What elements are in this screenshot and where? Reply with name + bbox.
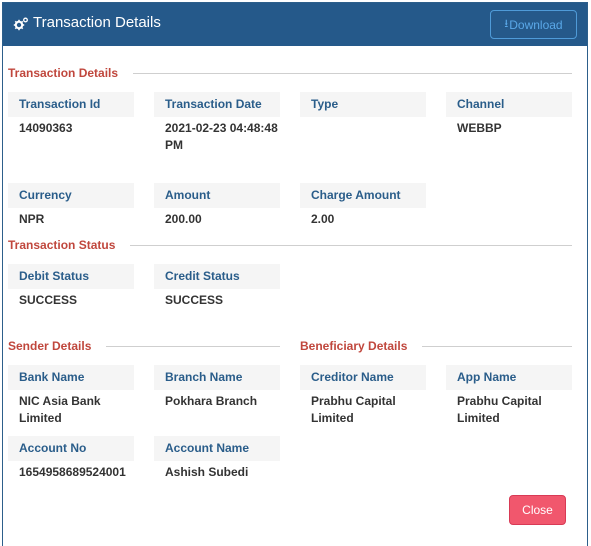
channel-label: Channel	[446, 92, 572, 117]
bank-name-value: NIC Asia Bank Limited	[19, 394, 101, 425]
currency-label: Currency	[8, 183, 134, 208]
transaction-date-value: 2021-02-23 04:48:48 PM	[165, 121, 278, 152]
section-divider	[422, 346, 572, 347]
currency-value: NPR	[19, 212, 45, 226]
transaction-date-label: Transaction Date	[154, 92, 280, 117]
charge-amount-value: 2.00	[311, 212, 335, 226]
credit-status-value: SUCCESS	[165, 293, 224, 307]
creditor-name-value: Prabhu Capital Limited	[311, 394, 396, 425]
credit-status-label: Credit Status	[154, 264, 280, 289]
branch-name-label: Branch Name	[154, 365, 280, 390]
modal-header: Transaction Details ⭳ Download	[3, 3, 587, 46]
transaction-id-value: 14090363	[19, 121, 73, 135]
bank-name-label: Bank Name	[8, 365, 134, 390]
modal-title: Transaction Details	[33, 13, 161, 31]
download-label: Download	[509, 17, 563, 32]
download-icon: ⭳	[504, 18, 509, 30]
transaction-details-modal: Transaction Details ⭳ Download Transacti…	[2, 2, 588, 546]
close-button[interactable]: Close	[509, 495, 566, 525]
creditor-name-label: Creditor Name	[300, 365, 426, 390]
account-name-label: Account Name	[154, 436, 280, 461]
account-no-value: 1654958689524001	[19, 465, 126, 479]
account-no-label: Account No	[8, 436, 134, 461]
section-title-sender-details: Sender Details	[8, 339, 92, 353]
charge-amount-label: Charge Amount	[300, 183, 426, 208]
account-name-value: Ashish Subedi	[165, 465, 249, 479]
section-divider	[130, 245, 572, 246]
app-name-value: Prabhu Capital Limited	[457, 394, 542, 425]
section-title-beneficiary-details: Beneficiary Details	[300, 339, 408, 353]
gears-icon	[13, 17, 28, 31]
section-title-transaction-status: Transaction Status	[8, 238, 116, 252]
debit-status-value: SUCCESS	[19, 293, 78, 307]
type-label: Type	[300, 92, 426, 117]
section-divider	[106, 346, 280, 347]
download-button[interactable]: ⭳ Download	[490, 10, 577, 39]
amount-label: Amount	[154, 183, 280, 208]
branch-name-value: Pokhara Branch	[165, 394, 258, 408]
section-title-transaction-details: Transaction Details	[8, 66, 119, 80]
transaction-id-label: Transaction Id	[8, 92, 134, 117]
app-name-label: App Name	[446, 365, 572, 390]
debit-status-label: Debit Status	[8, 264, 134, 289]
channel-value: WEBBP	[457, 121, 502, 135]
amount-value: 200.00	[165, 212, 202, 226]
section-divider	[133, 73, 572, 74]
modal-title-group: Transaction Details	[13, 12, 161, 32]
